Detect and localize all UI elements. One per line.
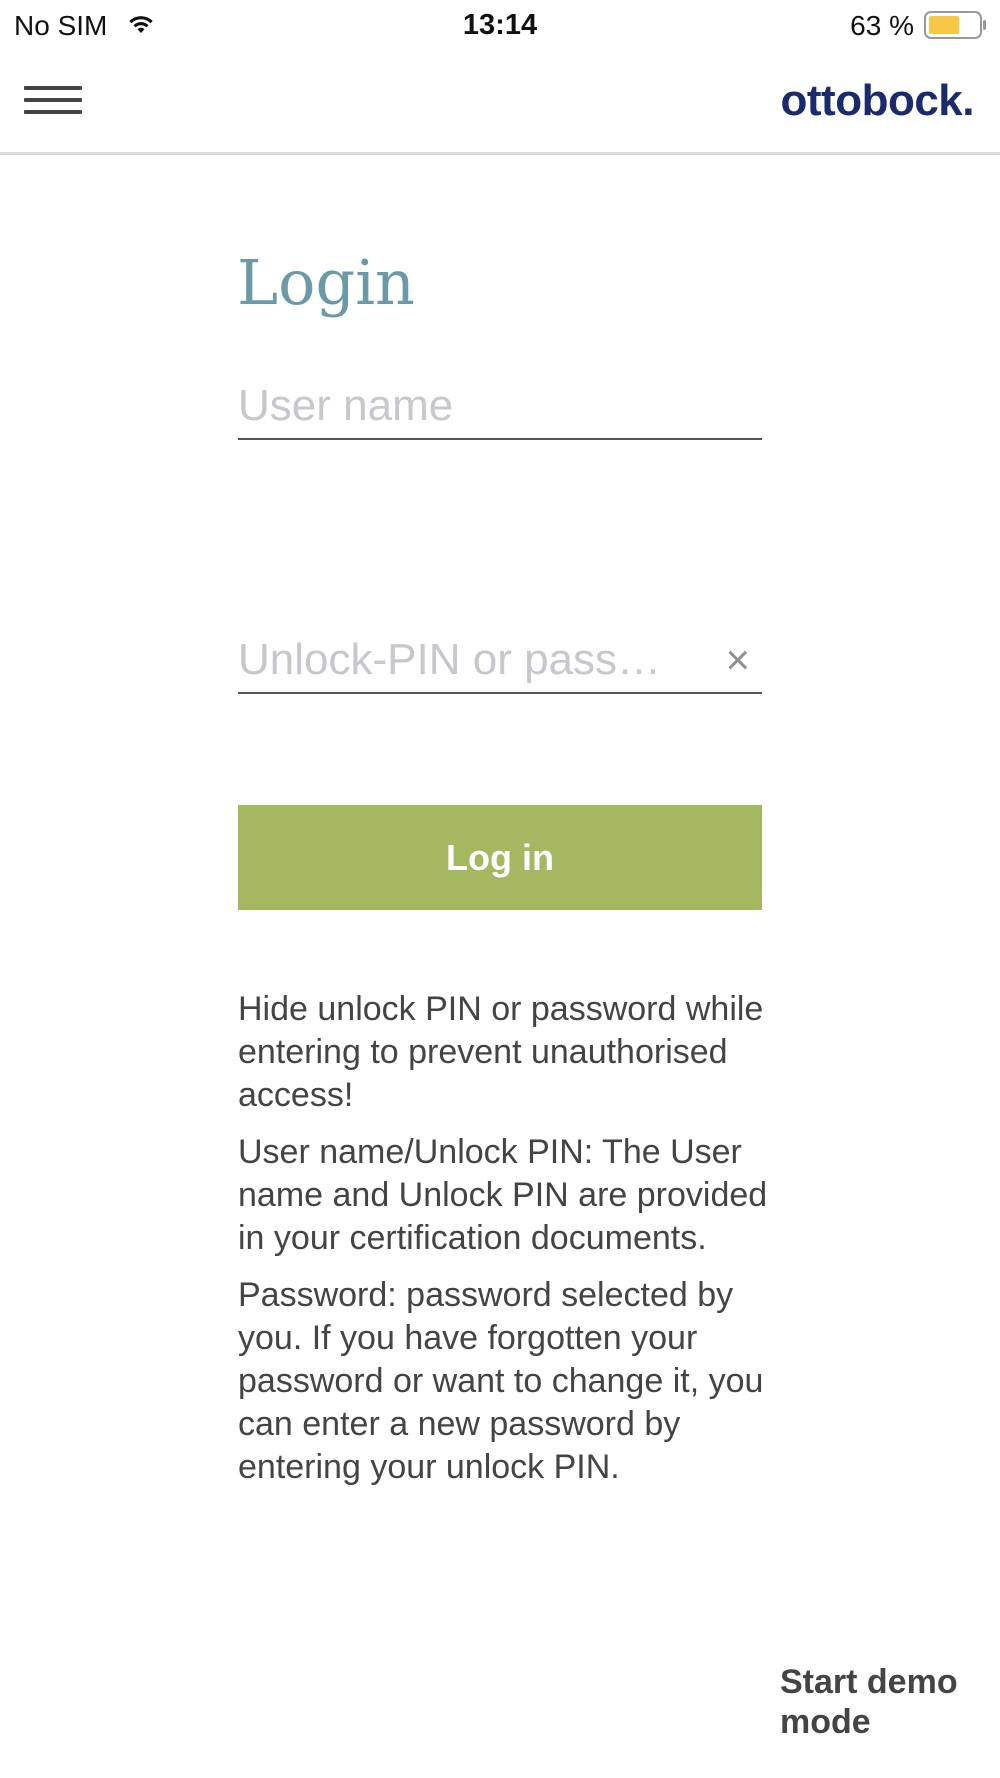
battery-percent: 63 % bbox=[850, 10, 914, 41]
help-text: Hide unlock PIN or password while enteri… bbox=[238, 988, 778, 1503]
battery-icon bbox=[924, 11, 986, 39]
ottobock-logo: ottobock. bbox=[780, 76, 975, 125]
start-demo-mode-link[interactable]: Start demo mode bbox=[780, 1662, 990, 1742]
password-field-container: × bbox=[238, 632, 762, 694]
password-input[interactable] bbox=[238, 632, 718, 688]
help-paragraph-password: Password: password selected by you. If y… bbox=[238, 1276, 764, 1486]
login-button[interactable]: Log in bbox=[238, 805, 762, 910]
status-bar: No SIM 13:14 63 % bbox=[0, 0, 1000, 50]
help-paragraph-hide-pin: Hide unlock PIN or password while enteri… bbox=[238, 990, 764, 1114]
help-paragraph-username-pin: User name/Unlock PIN: The User name and … bbox=[238, 1133, 768, 1257]
username-input[interactable] bbox=[238, 378, 718, 434]
page-title: Login bbox=[237, 245, 415, 319]
app-header: ottobock. bbox=[0, 50, 1000, 155]
hamburger-menu-icon[interactable] bbox=[24, 86, 82, 120]
clear-icon[interactable]: × bbox=[725, 636, 750, 684]
username-field-container bbox=[238, 378, 762, 440]
